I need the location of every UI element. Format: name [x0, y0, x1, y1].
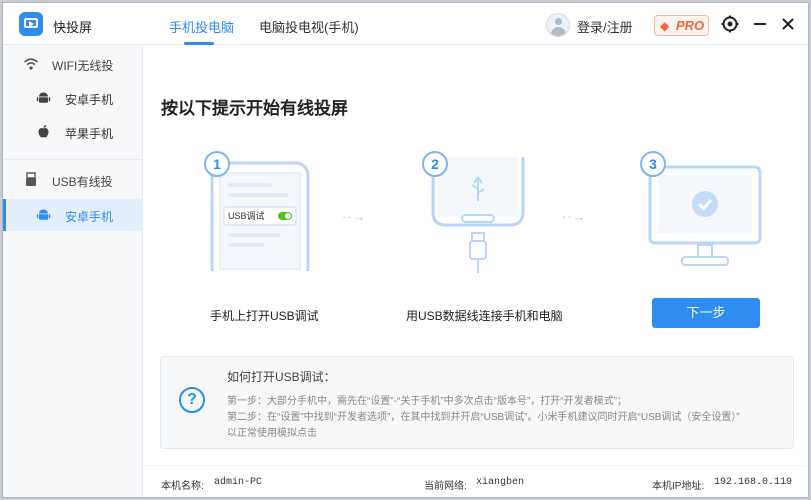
android-icon: [36, 207, 51, 222]
sidebar: WIFI无线投 安卓手机 苹果手机 USB有线投 安卓手机: [3, 45, 143, 497]
app-name: 快投屏: [53, 20, 93, 35]
title-bar: 快投屏 手机投电脑 电脑投电视(手机) 登录/注册 ◆ PRO: [3, 3, 808, 45]
network-label: 当前网络:: [424, 481, 467, 492]
step-1-caption: 手机上打开USB调试: [210, 309, 319, 323]
help-icon: ?: [179, 387, 205, 413]
step-2-badge: 2: [422, 151, 448, 177]
avatar[interactable]: [546, 13, 570, 37]
pc-name-label: 本机名称:: [161, 481, 204, 492]
diamond-icon: ◆: [660, 19, 670, 33]
sidebar-item-wifi-android[interactable]: 安卓手机: [3, 82, 143, 114]
sidebar-divider: [3, 159, 143, 160]
page-title: 按以下提示开始有线投屏: [161, 99, 348, 118]
sidebar-item-usb-android[interactable]: 安卓手机: [3, 199, 143, 231]
next-step-button[interactable]: 下一步: [652, 298, 760, 328]
help-title: 如何打开USB调试：: [227, 370, 336, 384]
help-line: 第二步：在“设置”中找到“开发者选项”，在其中找到并开启“USB调试”。小米手机…: [227, 412, 740, 423]
sidebar-section-label: USB有线投: [52, 175, 113, 189]
sidebar-item-label: 安卓手机: [65, 210, 114, 224]
sidebar-item-wifi-iphone[interactable]: 苹果手机: [3, 116, 143, 148]
monitor-check-illustration: [648, 165, 762, 266]
tab-phone-to-pc[interactable]: 手机投电脑: [169, 17, 234, 36]
app-window: 快投屏 手机投电脑 电脑投电视(手机) 登录/注册 ◆ PRO WIFI无线投: [2, 2, 809, 498]
apple-icon: [36, 124, 51, 139]
status-bar: 本机名称: admin-PC 当前网络: xiangben 本机IP地址: 19…: [144, 465, 808, 497]
minimize-icon[interactable]: [750, 14, 770, 34]
help-line: 以正常使用模拟点击: [227, 428, 317, 439]
pro-label: PRO: [676, 18, 705, 33]
usb-cable-illustration: [431, 157, 525, 273]
login-register-link[interactable]: 登录/注册: [577, 17, 633, 36]
close-icon[interactable]: [778, 14, 798, 34]
ip-value: 192.168.0.119: [714, 477, 793, 488]
ip-label: 本机IP地址:: [652, 481, 705, 492]
wifi-icon: [23, 56, 39, 72]
sidebar-item-label: 苹果手机: [65, 127, 114, 141]
arrow-icon: ··→: [342, 209, 367, 224]
usb-debug-label: USB调试: [228, 211, 265, 221]
android-icon: [36, 90, 51, 105]
settings-icon[interactable]: [720, 14, 740, 34]
tab-pc-to-tv[interactable]: 电脑投电视(手机): [259, 17, 359, 36]
usb-icon: [23, 172, 39, 188]
sidebar-item-label: 安卓手机: [65, 93, 114, 107]
help-panel: ? 如何打开USB调试： 第一步：大部分手机中，需先在“设置”-“关于手机”中多…: [160, 356, 794, 449]
main-content: 按以下提示开始有线投屏 USB调试 1 ··→ 2 ··→ 3 手机上打开USB…: [144, 45, 808, 497]
step-2-caption: 用USB数据线连接手机和电脑: [406, 309, 563, 323]
app-logo-icon: [19, 12, 43, 36]
sidebar-section-usb[interactable]: USB有线投: [3, 165, 143, 195]
network-value: xiangben: [476, 477, 525, 488]
step-1-badge: 1: [204, 151, 230, 177]
pc-name-value: admin-PC: [214, 477, 263, 488]
pro-badge[interactable]: ◆ PRO: [654, 15, 709, 36]
sidebar-section-label: WIFI无线投: [52, 59, 114, 73]
sidebar-section-wifi[interactable]: WIFI无线投: [3, 49, 143, 79]
step-3-badge: 3: [640, 151, 666, 177]
help-line: 第一步：大部分手机中，需先在“设置”-“关于手机”中多次点击“版本号”，打开“开…: [227, 396, 627, 407]
arrow-icon: ··→: [562, 209, 587, 224]
